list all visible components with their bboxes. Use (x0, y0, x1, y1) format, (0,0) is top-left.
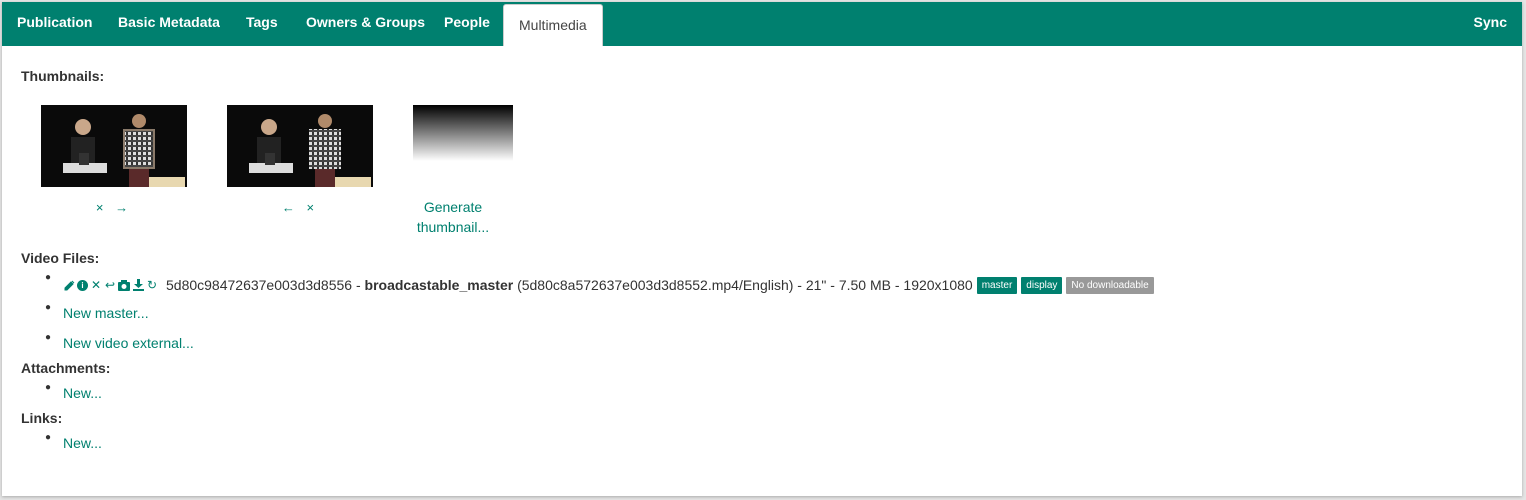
download-icon[interactable] (132, 279, 144, 291)
list-bullet: ● (45, 272, 52, 283)
move-right-icon[interactable]: → (115, 200, 132, 215)
list-bullet: ● (45, 382, 52, 393)
attachments-heading: Attachments: (21, 360, 111, 376)
thumbnail-item: ← × (227, 105, 373, 215)
new-video-external-link[interactable]: New video external... (63, 335, 194, 351)
main-panel: Publication Basic Metadata Tags Owners &… (2, 2, 1522, 496)
list-bullet: ● (45, 332, 52, 343)
generate-thumbnail-item: Generate thumbnail... (413, 105, 513, 237)
sync-button[interactable]: Sync (1459, 2, 1522, 46)
remove-thumbnail-icon[interactable]: × (96, 200, 108, 215)
video-details: (5d80c8a572637e003d3d8552.mp4/English) -… (513, 277, 973, 293)
links-heading: Links: (21, 410, 63, 426)
video-actions: i ✕ ↩ ↻ (63, 278, 158, 292)
info-icon[interactable]: i (77, 279, 88, 291)
tab-publication[interactable]: Publication (2, 2, 107, 46)
new-master-link[interactable]: New master... (63, 305, 149, 321)
thumbnail-item: × → (41, 105, 187, 215)
video-file-row: i ✕ ↩ ↻ 5d80c98472637e003d3d8556 - broad… (63, 275, 1154, 295)
video-name: broadcastable_master (364, 277, 514, 293)
remove-thumbnail-icon[interactable]: × (307, 200, 319, 215)
new-link-link[interactable]: New... (63, 435, 102, 451)
thumbnail-image[interactable] (227, 105, 373, 187)
undo-icon[interactable]: ↩ (104, 278, 116, 292)
tab-people[interactable]: People (429, 2, 505, 46)
video-files-heading: Video Files: (21, 250, 100, 266)
tab-bar: Publication Basic Metadata Tags Owners &… (2, 2, 1522, 46)
edit-icon[interactable] (63, 279, 75, 291)
generate-thumbnail-preview (413, 105, 513, 161)
no-downloadable-badge: No downloadable (1066, 276, 1154, 294)
video-id: 5d80c98472637e003d3d8556 (166, 277, 353, 293)
thumbnail-image[interactable] (41, 105, 187, 187)
move-left-icon[interactable]: ← (282, 200, 299, 215)
tab-tags[interactable]: Tags (231, 2, 293, 46)
list-bullet: ● (45, 432, 52, 443)
thumbnails-heading: Thumbnails: (21, 68, 105, 84)
refresh-icon[interactable]: ↻ (146, 278, 158, 292)
new-attachment-link[interactable]: New... (63, 385, 102, 401)
display-badge: display (1021, 276, 1063, 294)
tab-owners-groups[interactable]: Owners & Groups (291, 2, 440, 46)
camera-icon[interactable] (118, 279, 130, 291)
delete-icon[interactable]: ✕ (90, 278, 102, 292)
tab-multimedia[interactable]: Multimedia (503, 4, 603, 46)
tab-basic-metadata[interactable]: Basic Metadata (103, 2, 235, 46)
master-badge: master (976, 276, 1018, 294)
list-bullet: ● (45, 302, 52, 313)
video-separator: - (352, 277, 365, 293)
generate-thumbnail-link[interactable]: Generate thumbnail... (413, 197, 493, 237)
